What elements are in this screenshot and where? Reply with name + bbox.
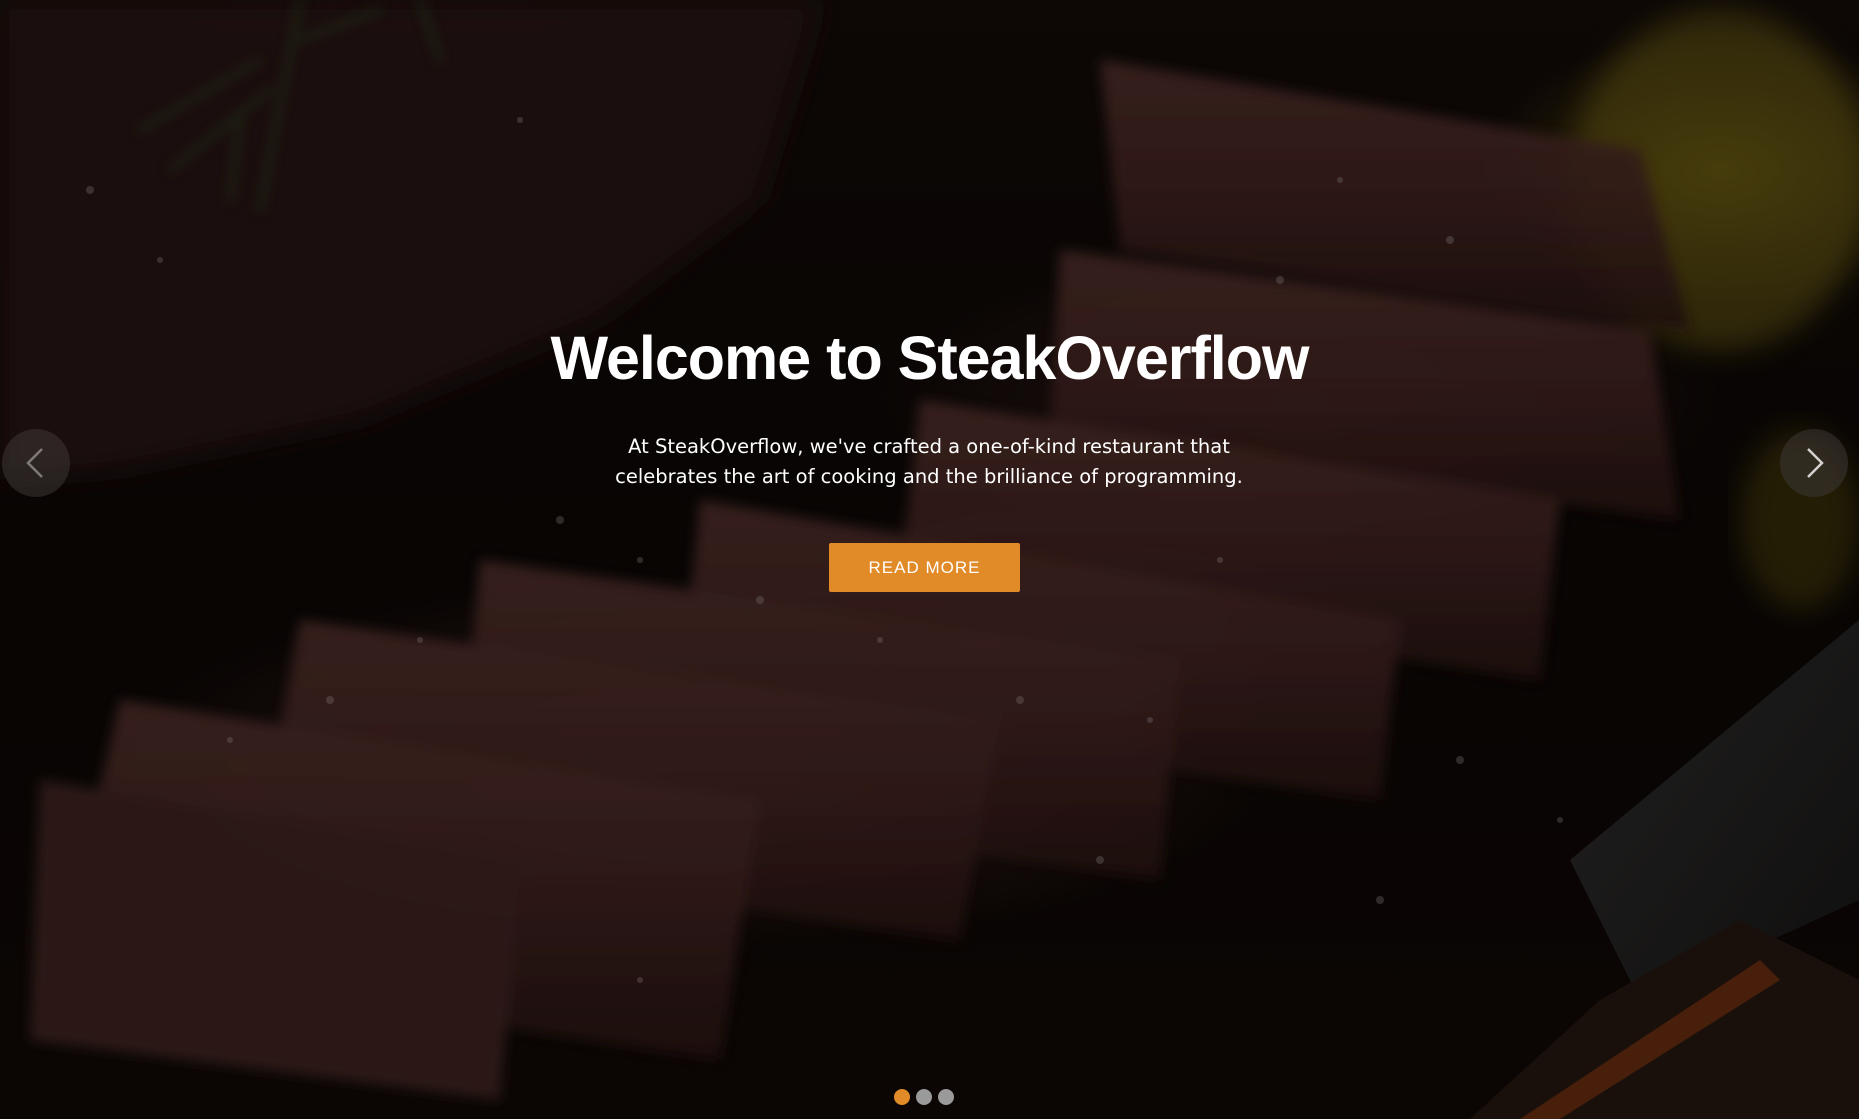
carousel-next-button[interactable] <box>1780 429 1848 497</box>
carousel-prev-button[interactable] <box>2 429 70 497</box>
carousel-dot-3[interactable] <box>938 1089 954 1105</box>
carousel-indicators <box>894 1089 954 1105</box>
hero-subtitle: At SteakOverflow, we've crafted a one-of… <box>615 435 1243 488</box>
carousel-dot-2[interactable] <box>916 1089 932 1105</box>
hero-carousel: Welcome to SteakOverflow At SteakOverflo… <box>0 0 1859 1119</box>
read-more-button[interactable]: READ MORE <box>829 543 1020 592</box>
carousel-dot-1[interactable] <box>894 1089 910 1105</box>
chevron-left-icon <box>26 448 43 478</box>
hero-title: Welcome to SteakOverflow <box>550 324 1310 392</box>
chevron-right-icon <box>1807 448 1824 478</box>
